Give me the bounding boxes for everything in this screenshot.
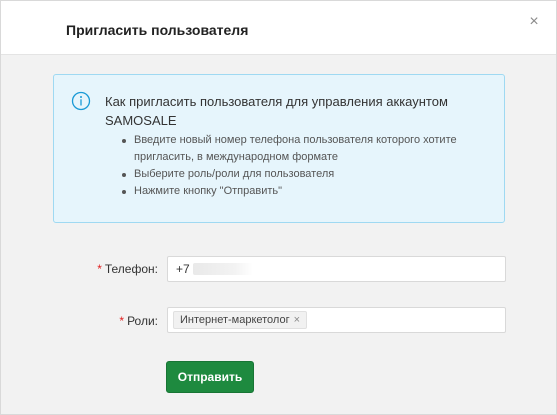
role-tag-label: Интернет-маркетолог bbox=[180, 314, 290, 326]
roles-label-text: Роли bbox=[127, 314, 155, 328]
info-step: Введите новый номер телефона пользовател… bbox=[122, 132, 492, 166]
phone-field[interactable] bbox=[167, 256, 506, 282]
info-step: Выберите роль/роли для пользователя bbox=[122, 166, 492, 183]
dialog-header: Пригласить пользователя × bbox=[1, 1, 556, 55]
info-title: Как пригласить пользователя для управлен… bbox=[105, 94, 448, 128]
info-icon bbox=[71, 91, 91, 111]
invite-user-dialog: Пригласить пользователя × Как пригласить… bbox=[0, 0, 557, 415]
label-colon: : bbox=[154, 314, 158, 328]
info-steps-list: Введите новый номер телефона пользовател… bbox=[122, 132, 492, 200]
phone-label: * Телефон: bbox=[97, 262, 158, 276]
role-tag: Интернет-маркетолог × bbox=[173, 311, 308, 329]
info-step: Нажмите кнопку "Отправить" bbox=[122, 183, 492, 200]
required-mark: * bbox=[119, 314, 125, 328]
required-mark: * bbox=[97, 262, 102, 276]
phone-label-text: Телефон bbox=[104, 262, 155, 276]
redacted-number bbox=[193, 263, 253, 275]
info-alert: Как пригласить пользователя для управлен… bbox=[53, 74, 505, 223]
close-icon[interactable]: × bbox=[526, 13, 542, 31]
roles-select[interactable]: Интернет-маркетолог × bbox=[167, 307, 506, 333]
submit-button[interactable]: Отправить bbox=[166, 361, 254, 393]
roles-label: * Роли: bbox=[119, 314, 158, 328]
dialog-title: Пригласить пользователя bbox=[66, 22, 249, 38]
remove-tag-icon[interactable]: × bbox=[294, 312, 300, 328]
label-colon: : bbox=[154, 262, 158, 276]
